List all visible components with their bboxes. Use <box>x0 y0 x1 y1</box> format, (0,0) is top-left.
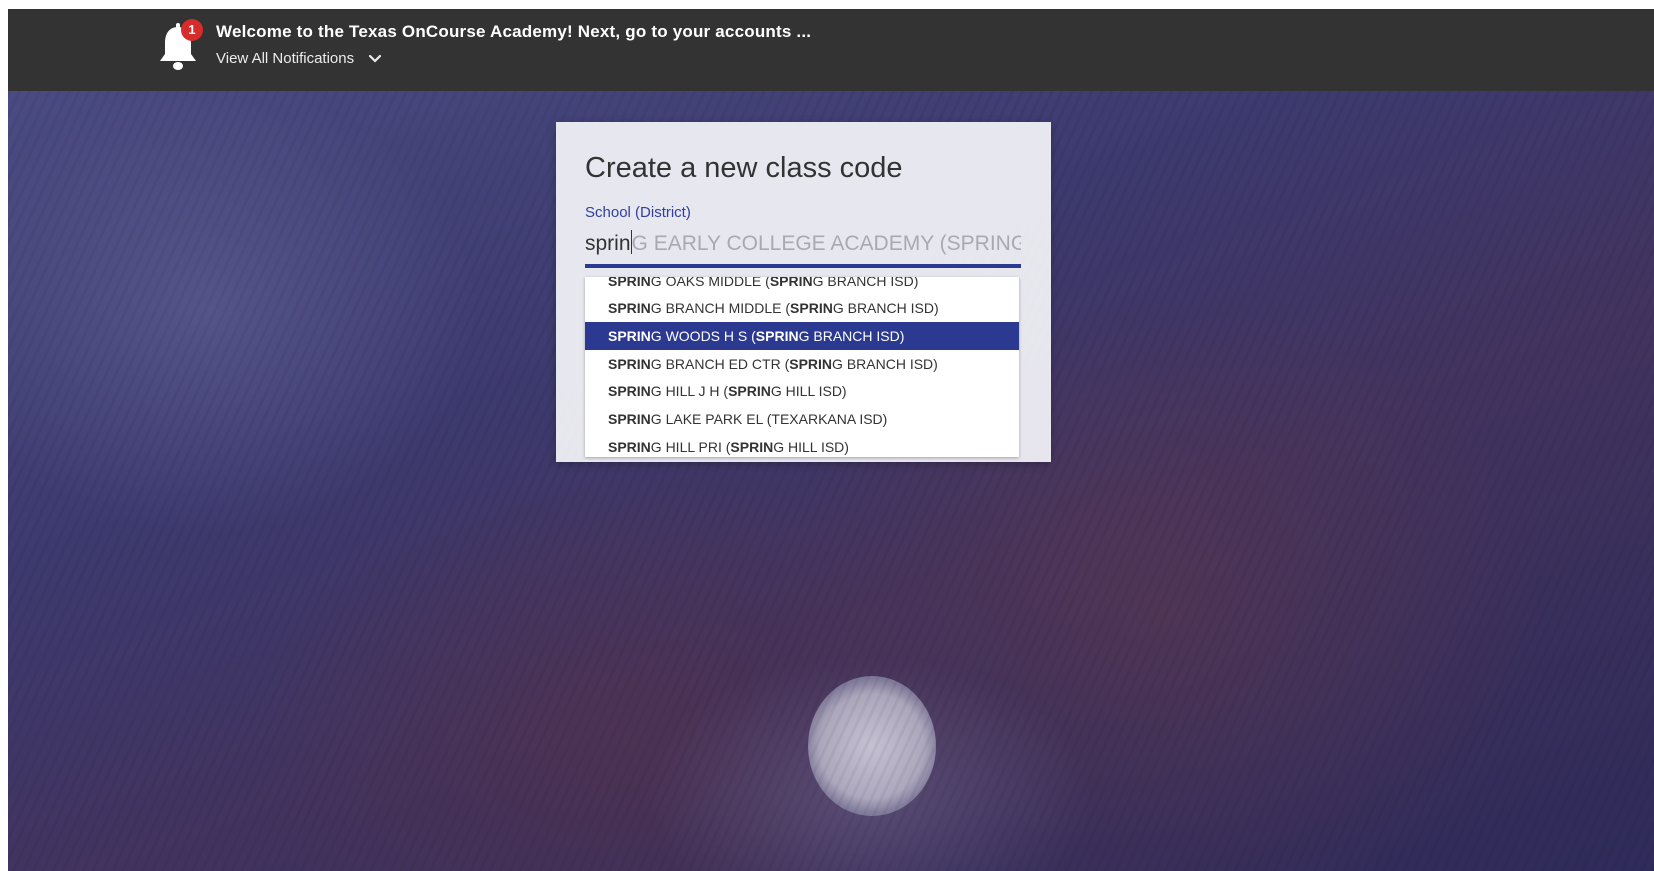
dropdown-option[interactable]: SPRING LAKE PARK EL (TEXARKANA ISD) <box>585 405 1019 433</box>
dialog-title: Create a new class code <box>585 152 903 184</box>
notification-count-badge: 1 <box>181 19 203 41</box>
school-district-input[interactable]: sprinG EARLY COLLEGE ACADEMY (SPRING ISD… <box>585 230 1021 268</box>
wristwatch-image <box>808 676 936 816</box>
view-all-notifications-label: View All Notifications <box>216 50 355 67</box>
dropdown-option[interactable]: SPRING HILL PRI (SPRING HILL ISD) <box>585 433 1019 457</box>
view-all-notifications-link[interactable]: View All Notifications <box>216 50 382 68</box>
dropdown-option[interactable]: SPRING BRANCH MIDDLE (SPRING BRANCH ISD) <box>585 294 1019 322</box>
chevron-down-icon <box>368 51 382 68</box>
app-frame: 1 Welcome to the Texas OnCourse Academy!… <box>8 9 1654 871</box>
dropdown-option[interactable]: SPRING BRANCH ED CTR (SPRING BRANCH ISD) <box>585 350 1019 378</box>
dropdown-option-selected[interactable]: SPRING WOODS H S (SPRING BRANCH ISD) <box>585 322 1019 350</box>
input-autocomplete-suggestion: G EARLY COLLEGE ACADEMY (SPRING ISD) <box>631 232 1021 255</box>
dropdown-option[interactable]: SPRING HILL J H (SPRING HILL ISD) <box>585 377 1019 405</box>
notification-bar: 1 Welcome to the Texas OnCourse Academy!… <box>8 9 1654 91</box>
school-district-label: School (District) <box>585 204 691 221</box>
dropdown-option[interactable]: SPRING OAKS MIDDLE (SPRING BRANCH ISD) <box>585 277 1019 295</box>
input-typed-text: sprin <box>585 232 631 255</box>
school-suggestions-dropdown[interactable]: SPRING OAKS MIDDLE (SPRING BRANCH ISD) S… <box>585 277 1019 457</box>
create-class-code-dialog: Create a new class code School (District… <box>556 122 1051 462</box>
notification-title[interactable]: Welcome to the Texas OnCourse Academy! N… <box>216 22 811 42</box>
